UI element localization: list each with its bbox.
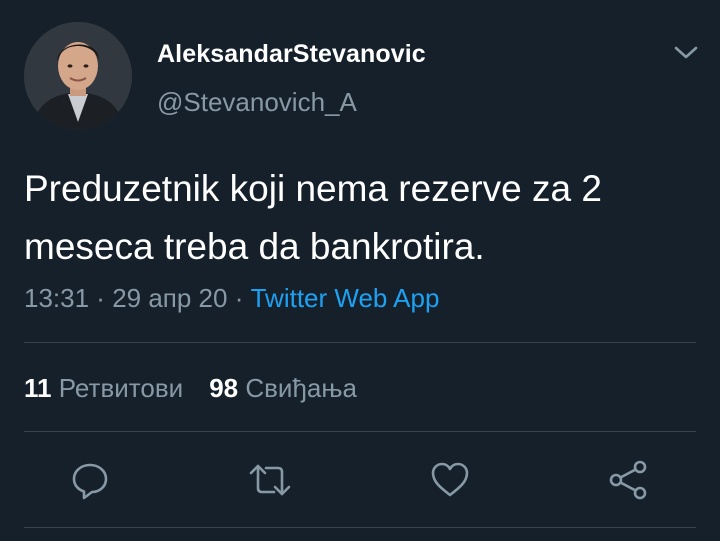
share-button[interactable] [606, 458, 650, 502]
tweet-source-link[interactable]: Twitter Web App [251, 283, 440, 313]
divider [24, 431, 696, 432]
user-handle[interactable]: @Stevanovich_A [157, 87, 357, 118]
meta-separator: · [89, 283, 113, 313]
display-name[interactable]: AleksandarStevanovic [157, 40, 426, 69]
like-button[interactable] [428, 458, 472, 502]
tweet-detail: AleksandarStevanovic @Stevanovich_A Pred… [0, 0, 720, 541]
likes-count: 98 [209, 373, 239, 403]
tweet-meta: 13:31 · 29 апр 20 · Twitter Web App [24, 283, 439, 314]
tweet-text: Preduzetnik koji nema rezerve za 2 mesec… [24, 168, 602, 267]
chevron-down-icon[interactable] [672, 40, 700, 64]
retweets-stat[interactable]: 11 Ретвитови [24, 373, 183, 403]
retweet-icon [249, 464, 291, 496]
reply-button[interactable] [68, 458, 112, 502]
avatar-image [24, 22, 132, 130]
tweet-stats: 11 Ретвитови 98 Свиђања [24, 373, 357, 404]
divider [24, 527, 696, 528]
tweet-date[interactable]: 29 апр 20 [112, 283, 227, 313]
likes-stat[interactable]: 98 Свиђања [209, 373, 357, 403]
like-icon [431, 462, 469, 497]
share-icon [609, 460, 647, 500]
retweets-label: Ретвитови [58, 373, 184, 403]
divider [24, 342, 696, 343]
retweet-button[interactable] [248, 458, 292, 502]
meta-separator: · [227, 283, 251, 313]
tweet-time: 13:31 [24, 283, 90, 313]
likes-label: Свиђања [245, 373, 357, 403]
retweets-count: 11 [24, 373, 52, 403]
avatar[interactable] [24, 22, 132, 130]
reply-icon [72, 463, 108, 500]
